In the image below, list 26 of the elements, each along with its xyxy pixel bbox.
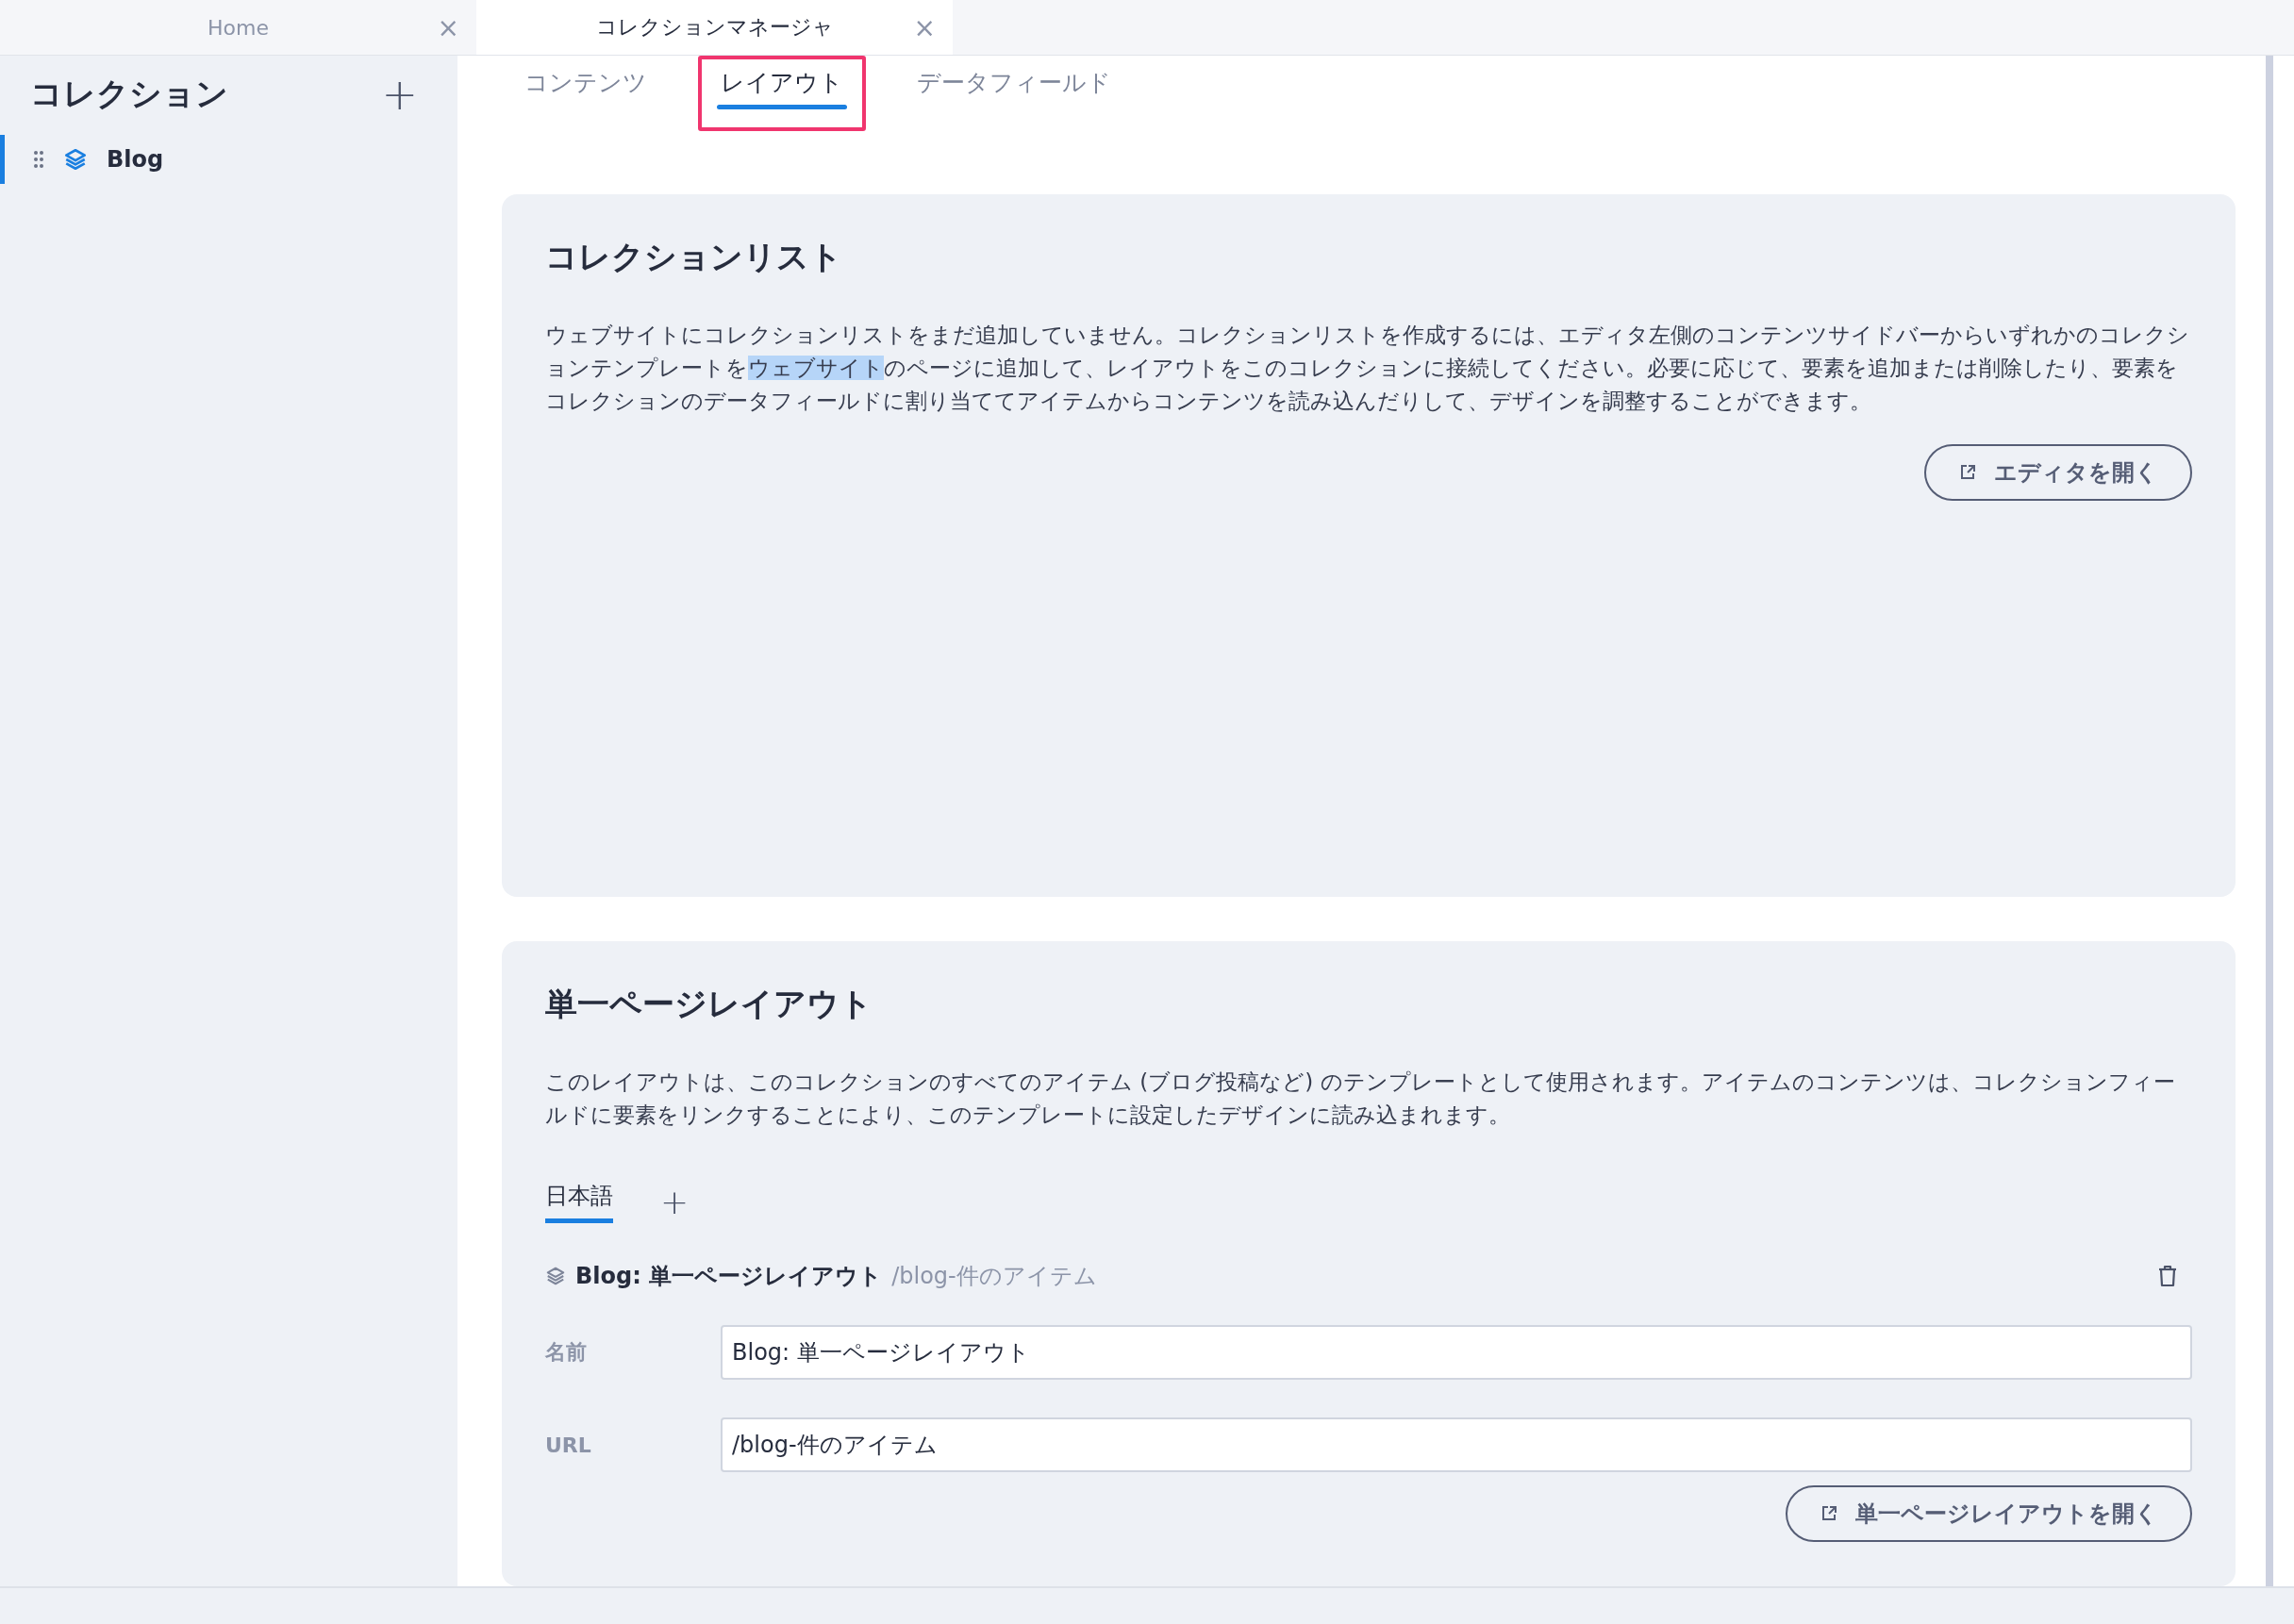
layout-path: /blog-件のアイテム <box>891 1262 1097 1291</box>
description-text: このレイアウトは、このコレクションのすべてのアイテム (ブログ投稿など) のテンプレートとして使用されます。アイテムのコンテンツは、コレクションフィールドに要素をリンクすることにより、このテンプレートに設定したデザインに読み込まれます。 <box>545 1069 2176 1129</box>
add-language-button[interactable]: + <box>660 1185 690 1219</box>
input-field[interactable]: Blog: 単一ページレイアウト <box>721 1325 2192 1380</box>
drag-handle-icon[interactable] <box>33 150 44 169</box>
external-link-icon <box>1958 463 1977 482</box>
open-editor-button[interactable]: エディタを開く <box>1924 444 2192 501</box>
add-button[interactable]: + <box>381 73 418 116</box>
language-tab[interactable]: 日本語 <box>545 1181 613 1223</box>
tab[interactable]: レイアウト <box>698 56 866 131</box>
sidebar-title: コレクション <box>30 74 228 114</box>
description-text: ウェブサイトにコレクションリストをまだ追加していません。コレクションリストを作成するには、エディタ左側のコンテンツサイドバーからいずれかのコレクションテンプレートを ウェブサイト のページに追加して、レイアウトをこのコレクションに接続してください。必要に応じて、要素を追加または削除したり、要素をコレクションのデータフィールドに割り当ててアイテムからコンテンツを読み込んだりして、デザインを調整することができます。 <box>545 322 2190 415</box>
section-title: コレクションリスト <box>545 237 843 277</box>
field-label: 名前 <box>545 1339 588 1366</box>
trash-icon[interactable] <box>2156 1264 2179 1288</box>
external-link-icon <box>1820 1504 1838 1523</box>
layout-name: Blog: 単一ページレイアウト <box>575 1262 883 1291</box>
layers-icon <box>63 147 88 172</box>
tab[interactable]: コンテンツ <box>502 56 670 131</box>
open-layout-button[interactable]: 単一ページレイアウトを開く <box>1786 1485 2192 1542</box>
field-label: URL <box>545 1433 592 1457</box>
layers-icon <box>545 1266 566 1286</box>
section-title: 単一ページレイアウト <box>545 984 873 1024</box>
input-field[interactable]: /blog-件のアイテム <box>721 1417 2192 1472</box>
window-tab[interactable]: コレクションマネージャ × <box>476 0 953 55</box>
tab[interactable]: データフィールド <box>894 56 1134 131</box>
